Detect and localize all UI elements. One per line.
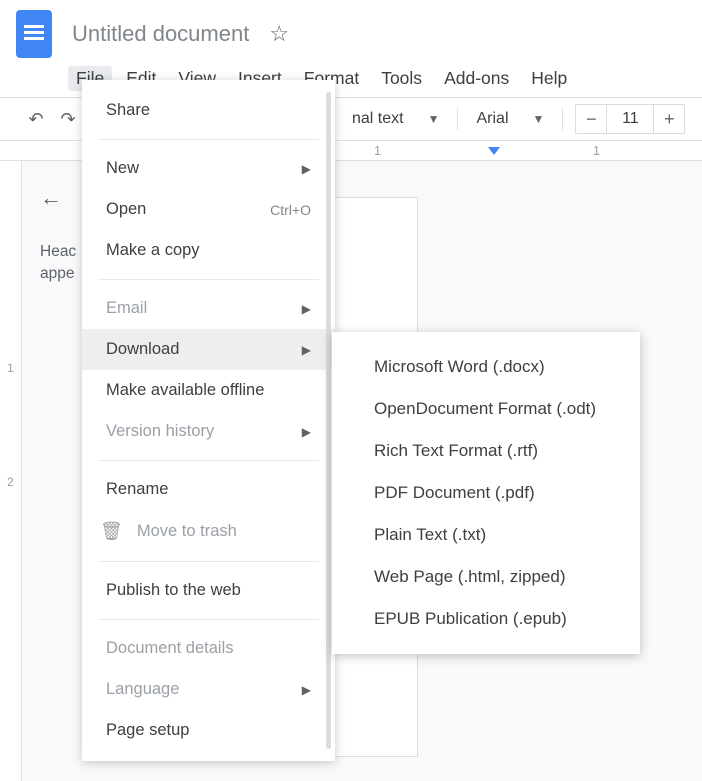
download-submenu: Microsoft Word (.docx) OpenDocument Form…: [332, 332, 640, 654]
menu-item-open[interactable]: OpenCtrl+O: [82, 189, 335, 230]
star-icon[interactable]: ☆: [269, 21, 289, 47]
menu-item-version-history[interactable]: Version history▶: [82, 411, 335, 452]
submenu-arrow-icon: ▶: [302, 343, 311, 357]
download-epub[interactable]: EPUB Publication (.epub): [332, 598, 640, 640]
decrease-font-button[interactable]: −: [576, 105, 606, 133]
menu-item-new[interactable]: New▶: [82, 148, 335, 189]
font-size-value[interactable]: 11: [606, 105, 654, 133]
menu-item-offline[interactable]: Make available offline: [82, 370, 335, 411]
submenu-arrow-icon: ▶: [302, 162, 311, 176]
redo-icon[interactable]: ↷: [56, 107, 80, 131]
separator: [98, 460, 319, 461]
paragraph-style-label: nal text: [352, 110, 404, 128]
separator: [98, 619, 319, 620]
file-menu-dropdown: Share New▶ OpenCtrl+O Make a copy Email▶…: [82, 80, 335, 761]
ruler-tick: 1: [593, 144, 702, 158]
caret-down-icon: ▼: [428, 112, 440, 126]
menu-help[interactable]: Help: [531, 68, 567, 89]
menu-tools[interactable]: Tools: [381, 68, 422, 89]
ruler-tick: 2: [0, 475, 21, 489]
undo-icon[interactable]: ↶: [24, 107, 48, 131]
separator: [98, 561, 319, 562]
download-txt[interactable]: Plain Text (.txt): [332, 514, 640, 556]
menu-item-language[interactable]: Language▶: [82, 669, 335, 710]
menu-item-make-copy[interactable]: Make a copy: [82, 230, 335, 271]
separator: [457, 108, 458, 130]
download-html[interactable]: Web Page (.html, zipped): [332, 556, 640, 598]
download-pdf[interactable]: PDF Document (.pdf): [332, 472, 640, 514]
vertical-ruler[interactable]: 1 2: [0, 161, 22, 781]
separator: [98, 139, 319, 140]
download-rtf[interactable]: Rich Text Format (.rtf): [332, 430, 640, 472]
submenu-arrow-icon: ▶: [302, 425, 311, 439]
scrollbar[interactable]: [326, 92, 331, 749]
menu-item-page-setup[interactable]: Page setup: [82, 710, 335, 751]
paragraph-style-select[interactable]: nal text ▼: [346, 110, 445, 128]
menu-item-rename[interactable]: Rename: [82, 469, 335, 510]
separator: [98, 279, 319, 280]
docs-logo[interactable]: [16, 10, 52, 58]
menu-item-email[interactable]: Email▶: [82, 288, 335, 329]
ruler-tick: 1: [374, 144, 483, 158]
font-label: Arial: [476, 110, 508, 128]
menu-item-download[interactable]: Download▶: [82, 329, 335, 370]
ruler-tick: 1: [0, 361, 21, 375]
download-docx[interactable]: Microsoft Word (.docx): [332, 346, 640, 388]
trash-icon: 🗑: [100, 521, 123, 542]
caret-down-icon: ▼: [533, 112, 545, 126]
submenu-arrow-icon: ▶: [302, 302, 311, 316]
menu-item-share[interactable]: Share: [82, 90, 335, 131]
menu-item-publish[interactable]: Publish to the web: [82, 570, 335, 611]
indent-marker-icon[interactable]: [488, 147, 500, 155]
menu-item-trash[interactable]: 🗑Move to trash: [82, 510, 335, 553]
menu-item-details[interactable]: Document details: [82, 628, 335, 669]
download-odt[interactable]: OpenDocument Format (.odt): [332, 388, 640, 430]
separator: [562, 108, 563, 130]
font-size-stepper: − 11 +: [575, 104, 685, 134]
menu-addons[interactable]: Add-ons: [444, 68, 509, 89]
document-title[interactable]: Untitled document: [72, 21, 249, 47]
shortcut-label: Ctrl+O: [270, 202, 311, 218]
submenu-arrow-icon: ▶: [302, 683, 311, 697]
font-select[interactable]: Arial ▼: [470, 110, 550, 128]
increase-font-button[interactable]: +: [654, 105, 684, 133]
